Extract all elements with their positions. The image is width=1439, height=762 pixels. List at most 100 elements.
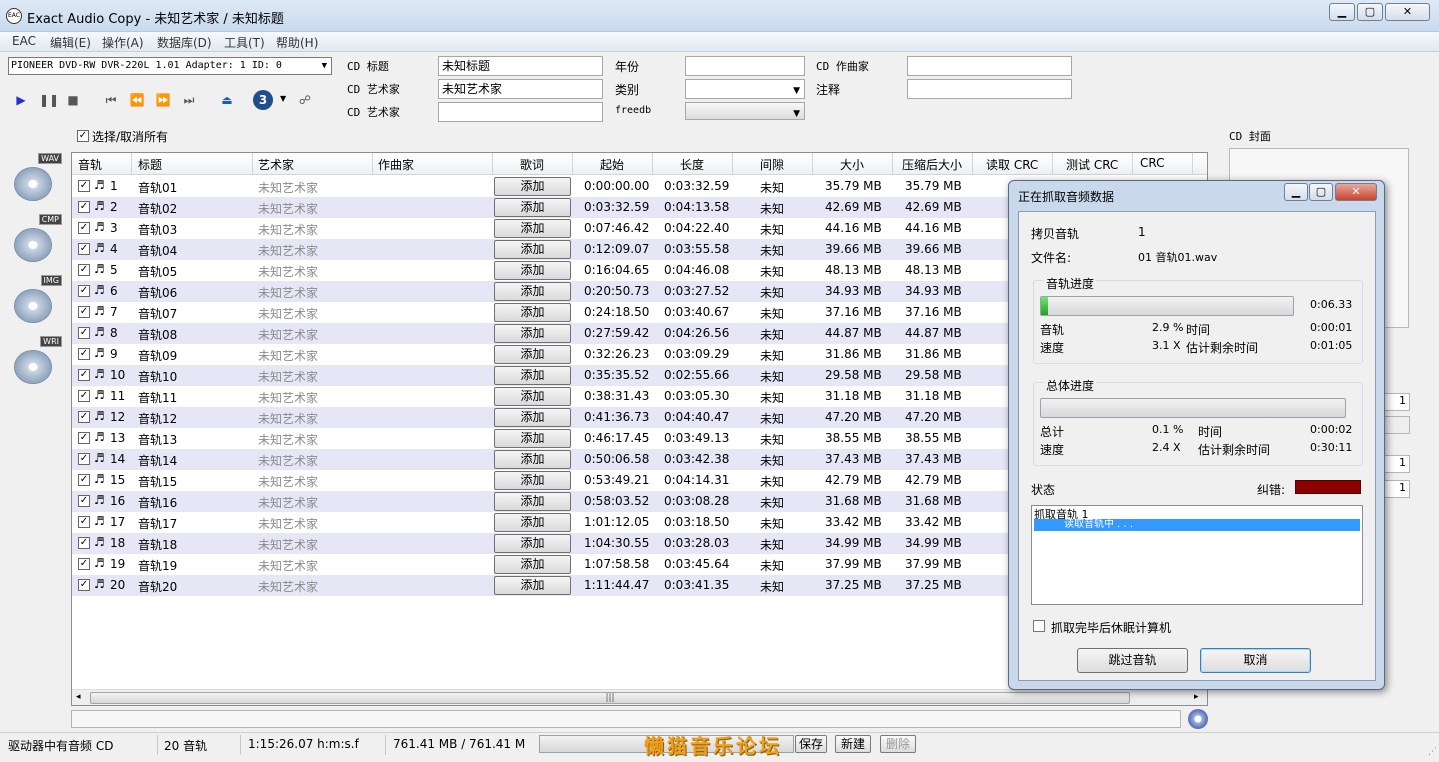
track-checkbox[interactable]: ✓ [78,537,90,549]
delete-button[interactable]: 删除 [880,735,916,753]
track-title[interactable]: 音轨02 [138,200,177,217]
pause-icon[interactable]: ❚❚ [39,92,59,108]
track-artist[interactable]: 未知艺术家 [258,431,318,448]
right-number-1[interactable]: 1 [1384,393,1410,411]
close-button[interactable]: ✕ [1385,3,1430,21]
track-artist[interactable]: 未知艺术家 [258,515,318,532]
add-lyrics-button[interactable]: 添加 [494,303,571,322]
add-lyrics-button[interactable]: 添加 [494,345,571,364]
col-test-crc[interactable]: 测试 CRC [1066,156,1118,173]
add-lyrics-button[interactable]: 添加 [494,450,571,469]
track-artist[interactable]: 未知艺术家 [258,578,318,595]
track-artist[interactable]: 未知艺术家 [258,410,318,427]
col-length[interactable]: 长度 [680,156,704,173]
hibernate-checkbox[interactable] [1033,620,1045,632]
track-artist[interactable]: 未知艺术家 [258,557,318,574]
horizontal-scrollbar[interactable]: ◂ ||| ▸ [72,689,1207,705]
col-lyrics[interactable]: 歌词 [520,156,544,173]
drive-select[interactable]: PIONEER DVD-RW DVR-220L 1.01 Adapter: 1 … [8,57,332,75]
select-all-checkbox[interactable]: ✓ [77,130,89,142]
add-lyrics-button[interactable]: 添加 [494,366,571,385]
track-artist[interactable]: 未知艺术家 [258,536,318,553]
dialog-minimize-button[interactable]: ▁ [1284,183,1308,201]
col-size[interactable]: 大小 [840,156,864,173]
dialog-maximize-button[interactable]: ▢ [1309,183,1333,201]
new-button[interactable]: 新建 [835,735,871,753]
track-edit-strip[interactable] [71,710,1181,728]
cd-artist-field[interactable]: 未知艺术家 [438,79,603,99]
track-title[interactable]: 音轨18 [138,536,177,553]
right-panel-button[interactable] [1384,416,1410,434]
track-artist[interactable]: 未知艺术家 [258,263,318,280]
scroll-right-icon[interactable]: ▸ [1194,692,1199,702]
year-field[interactable] [685,56,805,76]
track-artist[interactable]: 未知艺术家 [258,347,318,364]
track-artist[interactable]: 未知艺术家 [258,179,318,196]
session-dropdown-icon[interactable]: ▼ [280,94,286,103]
add-lyrics-button[interactable]: 添加 [494,324,571,343]
maximize-button[interactable]: ▢ [1357,3,1383,21]
track-checkbox[interactable]: ✓ [78,243,90,255]
menu-action[interactable]: 操作(A) [102,34,144,51]
track-artist[interactable]: 未知艺术家 [258,284,318,301]
stop-icon[interactable]: ■ [65,92,81,108]
track-title[interactable]: 音轨03 [138,221,177,238]
right-number-2[interactable]: 1 [1384,455,1410,473]
track-checkbox[interactable]: ✓ [78,432,90,444]
track-title[interactable]: 音轨15 [138,473,177,490]
track-title[interactable]: 音轨16 [138,494,177,511]
track-checkbox[interactable]: ✓ [78,348,90,360]
dialog-close-button[interactable]: ✕ [1335,183,1377,201]
eject-icon[interactable]: ⏏ [219,92,235,108]
track-checkbox[interactable]: ✓ [78,369,90,381]
track-checkbox[interactable]: ✓ [78,474,90,486]
add-lyrics-button[interactable]: 添加 [494,387,571,406]
track-title[interactable]: 音轨06 [138,284,177,301]
right-number-3[interactable]: 1 [1384,480,1410,498]
add-lyrics-button[interactable]: 添加 [494,240,571,259]
genre-select[interactable]: ▼ [685,79,805,99]
add-lyrics-button[interactable]: 添加 [494,492,571,511]
add-lyrics-button[interactable]: 添加 [494,282,571,301]
cancel-button[interactable]: 取消 [1200,648,1311,673]
col-compressed-size[interactable]: 压缩后大小 [902,156,962,173]
track-title[interactable]: 音轨10 [138,368,177,385]
add-lyrics-button[interactable]: 添加 [494,513,571,532]
track-checkbox[interactable]: ✓ [78,558,90,570]
track-checkbox[interactable]: ✓ [78,411,90,423]
copy-compressed-button[interactable]: CMP [10,214,62,266]
copy-wav-button[interactable]: WAV [10,153,62,205]
add-lyrics-button[interactable]: 添加 [494,198,571,217]
freedb-select[interactable]: ▼ [685,102,805,120]
add-lyrics-button[interactable]: 添加 [494,471,571,490]
track-checkbox[interactable]: ✓ [78,390,90,402]
scrollbar-thumb[interactable]: ||| [90,692,1130,704]
menu-help[interactable]: 帮助(H) [276,34,318,51]
track-title[interactable]: 音轨19 [138,557,177,574]
eject-all-icon[interactable]: ☍ [294,92,316,108]
skip-track-button[interactable]: 跳过音轨 [1077,648,1188,673]
rewind-icon[interactable]: ⏪ [129,92,145,108]
track-title[interactable]: 音轨07 [138,305,177,322]
track-artist[interactable]: 未知艺术家 [258,305,318,322]
track-artist[interactable]: 未知艺术家 [258,221,318,238]
add-lyrics-button[interactable]: 添加 [494,555,571,574]
track-title[interactable]: 音轨20 [138,578,177,595]
play-icon[interactable]: ▶ [13,92,29,108]
write-cd-button[interactable]: WRI [10,336,62,388]
session-number-badge[interactable]: 3 [253,90,273,110]
minimize-button[interactable]: ▁ [1329,3,1355,21]
track-checkbox[interactable]: ✓ [78,222,90,234]
resize-grip-icon[interactable]: ⋰ [1428,747,1437,757]
col-title[interactable]: 标题 [138,156,162,173]
cd-composer-field[interactable] [907,56,1072,76]
track-artist[interactable]: 未知艺术家 [258,494,318,511]
col-artist[interactable]: 艺术家 [258,156,294,173]
add-lyrics-button[interactable]: 添加 [494,534,571,553]
track-artist[interactable]: 未知艺术家 [258,200,318,217]
track-title[interactable]: 音轨09 [138,347,177,364]
add-lyrics-button[interactable]: 添加 [494,429,571,448]
col-gap[interactable]: 间隙 [760,156,784,173]
track-artist[interactable]: 未知艺术家 [258,389,318,406]
track-checkbox[interactable]: ✓ [78,306,90,318]
